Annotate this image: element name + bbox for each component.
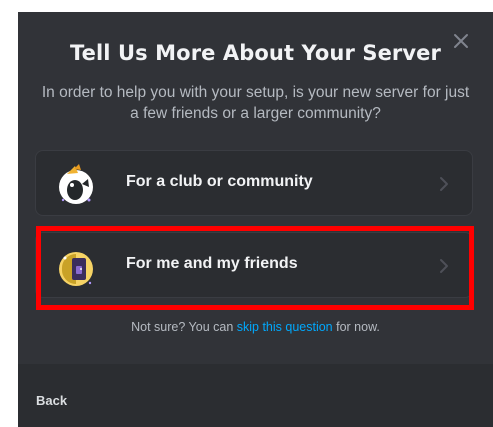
option-label: For me and my friends (126, 255, 298, 272)
chevron-right-icon (440, 177, 448, 191)
help-text: Not sure? You can skip this question for… (18, 320, 493, 334)
dialog-title: Tell Us More About Your Server (70, 41, 441, 65)
skip-question-link[interactable]: skip this question (237, 320, 333, 334)
option-me-and-friends[interactable]: For me and my friends (35, 232, 473, 298)
back-button[interactable]: Back (36, 393, 67, 408)
dialog-subtitle: In order to help you with your setup, is… (41, 84, 470, 122)
me-and-friends-icon (59, 252, 93, 286)
modal-footer: Back (18, 364, 493, 427)
option-club-community[interactable]: For a club or community (35, 150, 473, 216)
club-community-icon (59, 164, 93, 204)
help-suffix: for now. (332, 320, 380, 334)
option-label: For a club or community (126, 173, 313, 190)
help-prefix: Not sure? You can (131, 320, 237, 334)
server-setup-modal: Tell Us More About Your Server In order … (18, 12, 493, 427)
chevron-right-icon (440, 259, 448, 273)
